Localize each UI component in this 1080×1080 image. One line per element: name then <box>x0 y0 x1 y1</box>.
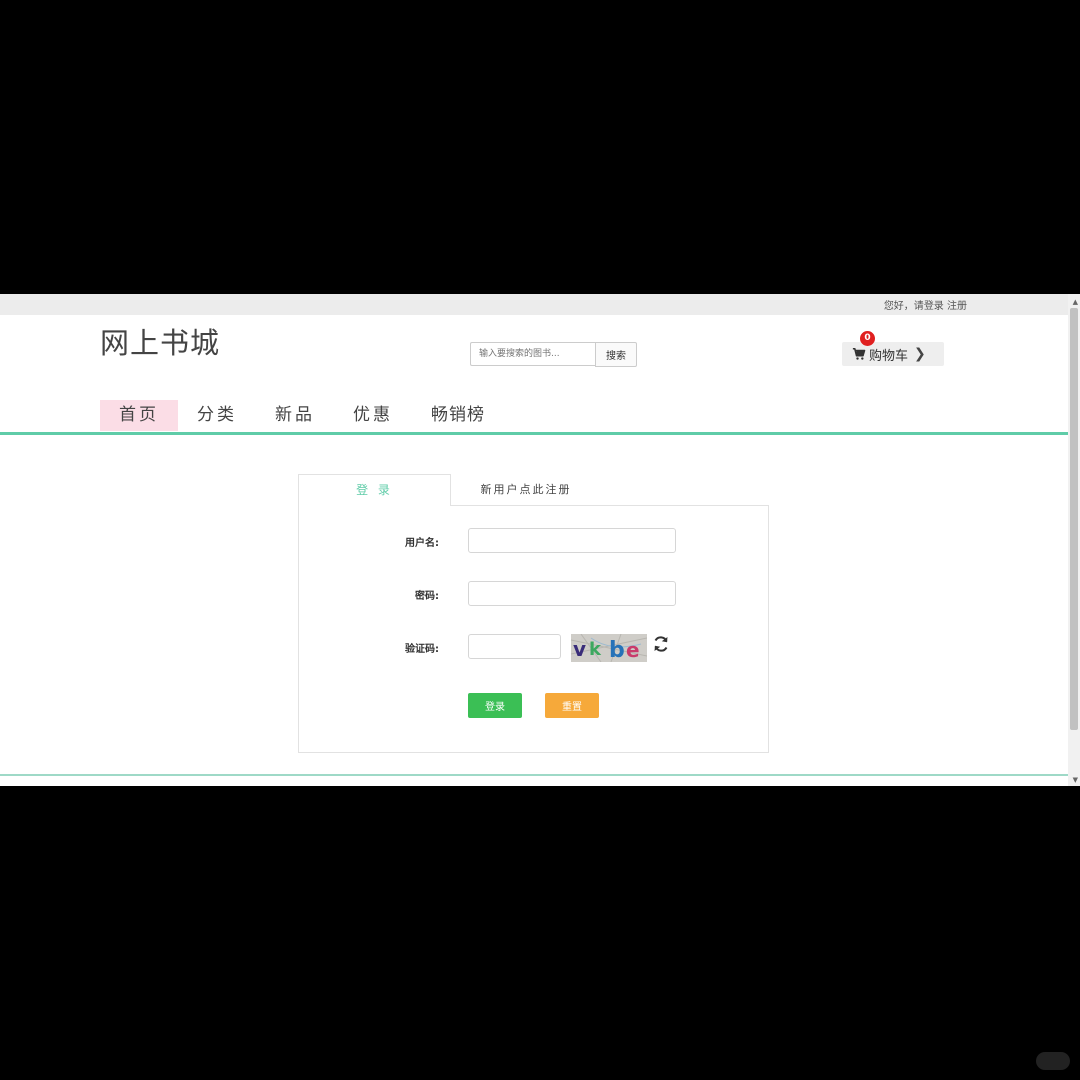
username-label: 用户名: <box>405 538 439 549</box>
login-panel: 登 录 新用户点此注册 用户名: 密码: 验证码: v k b e 登录 重置 <box>298 474 769 753</box>
captcha-char-3: b <box>609 638 625 662</box>
captcha-char-2: k <box>589 639 602 660</box>
nav-item-home[interactable]: 首页 <box>100 400 178 431</box>
nav-item-discount[interactable]: 优惠 <box>334 400 412 431</box>
login-form: 用户名: 密码: 验证码: v k b e 登录 重置 <box>298 505 769 753</box>
search-bar: 搜索 <box>470 342 637 367</box>
tab-login[interactable]: 登 录 <box>298 474 451 506</box>
site-logo[interactable]: 网上书城 <box>100 320 220 362</box>
reset-button[interactable]: 重置 <box>545 693 599 718</box>
scroll-up-arrow-icon[interactable]: ▲ <box>1073 298 1078 306</box>
user-greeting: 您好，请登录 注册 <box>884 297 967 312</box>
search-button[interactable]: 搜索 <box>595 342 637 367</box>
cart-button[interactable]: 购物车 ❯ 0 <box>842 331 944 366</box>
footer-divider <box>0 774 1068 776</box>
username-input[interactable] <box>468 528 676 553</box>
captcha-label: 验证码: <box>405 644 439 655</box>
refresh-icon[interactable] <box>651 634 671 658</box>
captcha-image[interactable]: v k b e <box>571 634 647 662</box>
top-login-link[interactable]: 登录 <box>924 301 944 312</box>
password-input[interactable] <box>468 581 676 606</box>
tab-register[interactable]: 新用户点此注册 <box>451 474 601 505</box>
nav-item-bestseller[interactable]: 畅销榜 <box>412 400 504 431</box>
chevron-right-icon: ❯ <box>914 346 926 362</box>
nav-item-category[interactable]: 分类 <box>178 400 256 431</box>
watermark-badge <box>1036 1052 1070 1070</box>
login-button[interactable]: 登录 <box>468 693 522 718</box>
nav-item-new[interactable]: 新品 <box>256 400 334 431</box>
captcha-input[interactable] <box>468 634 561 659</box>
cart-count-badge: 0 <box>860 331 875 346</box>
main-nav: 首页 分类 新品 优惠 畅销榜 <box>100 400 504 431</box>
captcha-char-1: v <box>573 637 586 661</box>
scroll-down-arrow-icon[interactable]: ▼ <box>1073 776 1078 784</box>
cart-label: 购物车 <box>869 348 909 364</box>
search-input[interactable] <box>470 342 595 366</box>
nav-divider <box>0 432 1068 435</box>
greeting-text: 您好，请 <box>883 301 924 312</box>
top-bar: 您好，请登录 注册 <box>0 294 1080 315</box>
scroll-thumb[interactable] <box>1070 308 1078 730</box>
password-label: 密码: <box>415 591 439 602</box>
browser-viewport: 您好，请登录 注册 网上书城 搜索 购物车 ❯ 0 首页 分类 新品 优惠 畅销… <box>0 294 1080 786</box>
top-register-link[interactable]: 注册 <box>947 301 967 312</box>
cart-icon <box>852 347 866 360</box>
captcha-char-4: e <box>626 638 640 662</box>
vertical-scrollbar[interactable]: ▲ ▼ <box>1068 294 1080 786</box>
